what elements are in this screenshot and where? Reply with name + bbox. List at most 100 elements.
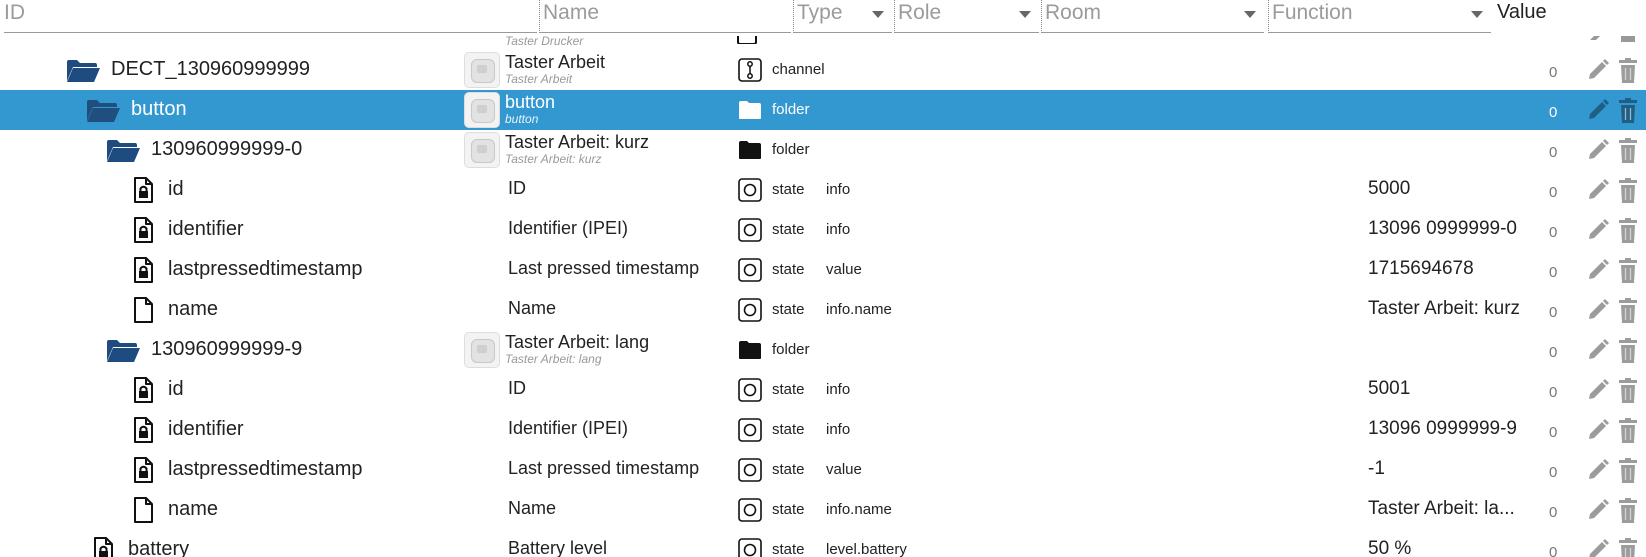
row-count: 0 — [1549, 424, 1558, 441]
delete-icon[interactable] — [1618, 138, 1638, 164]
tree-row[interactable]: identifier Identifier (IPEI) state info 1309… — [0, 210, 1646, 250]
edit-icon[interactable] — [1586, 258, 1610, 282]
edit-icon[interactable] — [1586, 338, 1610, 362]
folder-open-icon[interactable] — [65, 59, 101, 83]
locked-file-icon[interactable] — [133, 217, 153, 243]
edit-icon[interactable] — [1586, 218, 1610, 242]
row-name: Identifier (IPEI) — [508, 418, 629, 438]
tree-row[interactable]: DECT_130960999999 Taster Arbeit Taster Arb… — [0, 50, 1646, 90]
row-type: state — [772, 221, 805, 238]
delete-icon[interactable] — [1618, 98, 1638, 124]
folder-open-icon[interactable] — [105, 139, 141, 163]
device-thumbnail — [464, 92, 500, 128]
edit-icon[interactable] — [1586, 378, 1610, 402]
tree-row[interactable]: name Name state info.name Taster Arbeit: kur… — [0, 290, 1646, 330]
row-name: Taster Arbeit: kurz Taster Arbeit: kurz — [505, 133, 649, 167]
tree-row[interactable]: lastpressedtimestamp Last pressed timesta… — [0, 250, 1646, 290]
tree-row[interactable]: identifier Identifier (IPEI) state info 1309… — [0, 410, 1646, 450]
tree-row[interactable]: id ID state info 5001 0 — [0, 370, 1646, 410]
row-id: lastpressedtimestamp — [168, 458, 363, 480]
row-id: identifier — [168, 218, 244, 240]
row-id: 130960999999-9 — [151, 338, 303, 360]
row-role: info — [826, 221, 851, 238]
tree-row[interactable]: 130960999999-0 Taster Arbeit: kurz Taster … — [0, 130, 1646, 170]
row-role: info — [826, 181, 851, 198]
delete-icon[interactable] — [1618, 258, 1638, 284]
row-name: Last pressed timestamp — [508, 258, 700, 278]
row-role: info.name — [826, 501, 892, 518]
row-type: folder — [772, 141, 810, 158]
row-id: id — [168, 378, 184, 400]
row-count: 0 — [1549, 104, 1558, 121]
edit-icon[interactable] — [1586, 458, 1610, 482]
row-name-sub: button — [505, 112, 539, 126]
row-value[interactable]: 1715694678 — [1368, 258, 1474, 280]
delete-icon[interactable] — [1618, 58, 1638, 84]
delete-icon[interactable] — [1618, 458, 1638, 484]
row-role: info — [826, 421, 851, 438]
locked-file-icon[interactable] — [133, 177, 153, 203]
type-filter-select[interactable]: Type — [793, 0, 892, 33]
tree-row[interactable]: id ID state info 5000 0 — [0, 170, 1646, 210]
edit-icon[interactable] — [1586, 138, 1610, 162]
file-icon[interactable] — [133, 497, 153, 523]
state-icon — [738, 298, 762, 322]
role-filter-select[interactable]: Role — [894, 0, 1039, 33]
delete-icon[interactable] — [1618, 498, 1638, 524]
locked-file-icon[interactable] — [133, 457, 153, 483]
row-type: state — [772, 181, 805, 198]
delete-icon[interactable] — [1618, 378, 1638, 404]
edit-icon[interactable] — [1586, 58, 1610, 82]
row-type: state — [772, 501, 805, 518]
edit-icon[interactable] — [1586, 298, 1610, 322]
delete-icon[interactable] — [1618, 538, 1638, 557]
row-value[interactable]: 5000 — [1368, 178, 1410, 200]
delete-icon[interactable] — [1618, 218, 1638, 244]
row-value[interactable]: -1 — [1368, 458, 1385, 480]
row-count: 0 — [1549, 304, 1558, 321]
id-filter-input[interactable]: ID — [4, 0, 537, 33]
row-value[interactable]: Taster Arbeit: la... — [1368, 498, 1515, 520]
state-icon — [738, 178, 762, 202]
delete-icon[interactable] — [1618, 338, 1638, 364]
row-name: Name — [508, 298, 557, 318]
row-name-sub: Taster Arbeit: kurz — [505, 152, 602, 166]
delete-icon[interactable] — [1618, 418, 1638, 444]
row-value[interactable]: 13096 0999999-9 — [1368, 418, 1517, 440]
row-value[interactable]: 50 % — [1368, 538, 1411, 557]
locked-file-icon[interactable] — [93, 537, 113, 557]
row-value[interactable]: Taster Arbeit: kurz — [1368, 298, 1520, 320]
delete-icon[interactable] — [1618, 298, 1638, 324]
folder-open-icon[interactable] — [85, 99, 121, 123]
file-icon[interactable] — [133, 297, 153, 323]
row-type: folder — [772, 341, 810, 358]
row-count: 0 — [1549, 504, 1558, 521]
edit-icon[interactable] — [1586, 538, 1610, 557]
tree-row[interactable]: 130960999999-9 Taster Arbeit: lang Taster … — [0, 330, 1646, 370]
row-id: lastpressedtimestamp — [168, 258, 363, 280]
edit-icon[interactable] — [1586, 418, 1610, 442]
folder-open-icon[interactable] — [105, 339, 141, 363]
room-filter-select[interactable]: Room — [1041, 0, 1264, 33]
row-name-sub: Taster Drucker — [505, 34, 584, 48]
tree-row[interactable]: battery Battery level state level.battery 50… — [0, 530, 1646, 557]
edit-icon[interactable] — [1586, 178, 1610, 202]
name-filter-input[interactable]: Name — [539, 0, 791, 33]
tree-row[interactable]: lastpressedtimestamp Last pressed timesta… — [0, 450, 1646, 490]
folder-icon — [738, 98, 762, 122]
function-filter-select[interactable]: Function — [1268, 0, 1491, 33]
row-value[interactable]: 5001 — [1368, 378, 1410, 400]
delete-icon[interactable] — [1618, 178, 1638, 204]
row-type: channel — [772, 61, 825, 78]
locked-file-icon[interactable] — [133, 417, 153, 443]
locked-file-icon[interactable] — [133, 257, 153, 283]
edit-icon[interactable] — [1586, 498, 1610, 522]
tree-row[interactable]: button button button folder 0 — [0, 90, 1646, 130]
locked-file-icon[interactable] — [133, 377, 153, 403]
row-role: info — [826, 381, 851, 398]
tree-row[interactable]: name Name state info.name Taster Arbeit: la.… — [0, 490, 1646, 530]
row-name-text: Taster Arbeit — [505, 52, 606, 72]
row-name: Taster Arbeit Taster Arbeit — [505, 52, 606, 87]
row-value[interactable]: 13096 0999999-0 — [1368, 218, 1517, 240]
edit-icon[interactable] — [1586, 98, 1610, 122]
